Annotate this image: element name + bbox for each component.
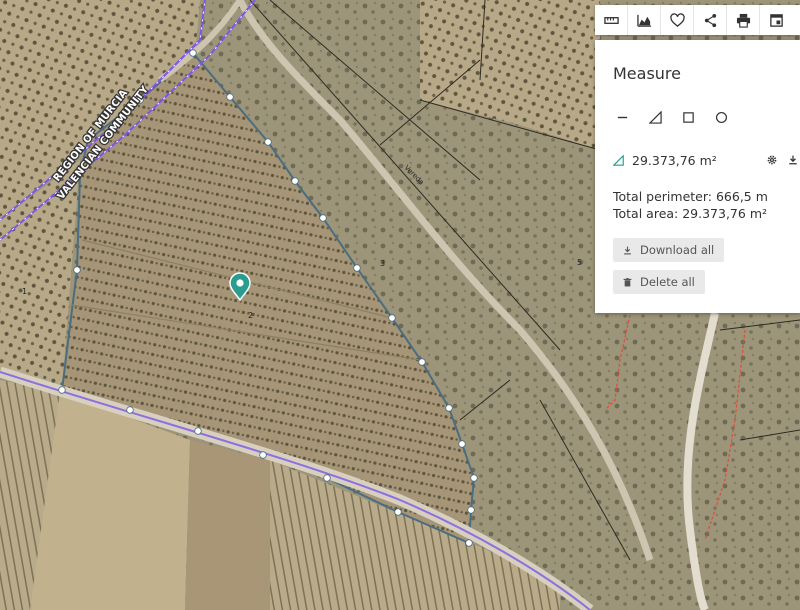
measure-icon[interactable] [595, 5, 628, 35]
total-perimeter: Total perimeter: 666,5 m [613, 189, 768, 204]
favorite-icon[interactable] [661, 5, 694, 35]
elevation-profile-icon[interactable] [628, 5, 661, 35]
measure-panel: Measure 29.373,76 m² Total perimeter: 66… [595, 40, 800, 313]
square-tool-icon[interactable] [679, 108, 698, 127]
download-icon [624, 246, 631, 254]
total-area: Total area: 29.373,76 m² [613, 206, 768, 221]
delete-all-label: Delete all [640, 275, 695, 289]
share-icon[interactable] [694, 5, 727, 35]
download-all-button[interactable]: Download all [613, 238, 725, 262]
parcel-number-2: 2 [248, 311, 253, 320]
gear-icon[interactable] [767, 155, 777, 165]
parcel-number-1: 1 [22, 287, 27, 296]
print-icon[interactable] [727, 5, 760, 35]
line-tool-icon[interactable] [613, 108, 632, 127]
measure-stats: Total perimeter: 666,5 m Total area: 29.… [613, 188, 768, 222]
measurement-result[interactable]: 29.373,76 m² [613, 153, 800, 171]
download-all-label: Download all [640, 243, 715, 257]
window-icon[interactable] [760, 5, 793, 35]
parcel-number-5: 5 [577, 258, 582, 267]
delete-all-button[interactable]: Delete all [613, 270, 705, 294]
area-result-icon [613, 155, 624, 166]
panel-title: Measure [613, 64, 681, 83]
parcel-number-3: 3 [380, 259, 385, 268]
download-icon[interactable] [788, 155, 798, 165]
angle-tool-icon[interactable] [646, 108, 665, 127]
top-toolbar [595, 5, 800, 35]
result-value: 29.373,76 m² [632, 153, 717, 168]
measure-tools [613, 108, 731, 127]
trash-icon [623, 277, 632, 286]
circle-tool-icon[interactable] [712, 108, 731, 127]
